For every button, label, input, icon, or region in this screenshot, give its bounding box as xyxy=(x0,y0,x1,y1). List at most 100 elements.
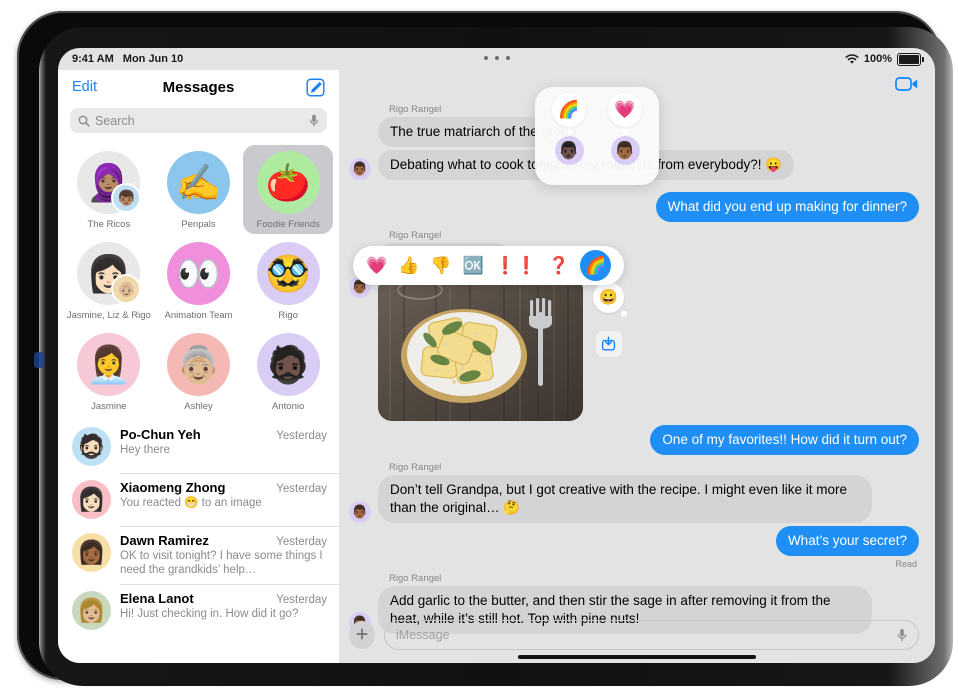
pinned-avatar: ✍️ xyxy=(166,151,230,214)
photo-message-row: 👨🏾 😀 xyxy=(349,275,919,421)
tapback-rainbow-sticker[interactable]: 🌈 xyxy=(580,250,612,281)
avatar: 👩🏼 xyxy=(72,591,111,631)
split-view: Edit Messages Search 🧕🏽 👦🏽 The Ricos ✍️ … xyxy=(58,70,935,663)
list-item[interactable]: 👩🏼 Elena Lanot Yesterday Hi! Just checking … xyxy=(58,584,339,637)
avatar: 👩🏻 xyxy=(72,480,111,519)
message-bubble[interactable]: One of my favorites!! How did it turn ou… xyxy=(650,424,924,455)
conversation-timestamp: Yesterday xyxy=(276,483,327,495)
tapback-picker[interactable]: 💗 👍 👎 🆗 ❗❗ ❓ 🌈 xyxy=(353,246,625,285)
ipad-screen: 9:41 AM Mon Jun 10 100% Edit Messages Se… xyxy=(58,48,935,663)
pinned-conversation-antonio[interactable]: 🧔🏿 Antonio xyxy=(243,327,333,416)
message-sender-name: Rigo Rangel xyxy=(389,572,442,584)
pinned-conversation-label: Jasmine xyxy=(91,401,127,412)
pinned-conversations-grid: 🧕🏽 👦🏽 The Ricos ✍️ Penpals 🍅 Foodie Friends 👩🏻 👴… xyxy=(58,141,339,418)
add-attachment-button[interactable] xyxy=(349,621,375,649)
list-item[interactable]: 👩🏻 Xiaomeng Zhong Yesterday You reacted 😁 t… xyxy=(58,473,339,526)
pinned-conversation-rigo[interactable]: 🥸 Rigo xyxy=(243,236,333,325)
pinned-conversation-jasmine-liz-rigo[interactable]: 👩🏻 👴🏼 Jasmine, Liz & Rigo xyxy=(64,236,154,325)
reaction-author-avatar: 👨🏿 xyxy=(554,136,584,165)
volume-button[interactable] xyxy=(34,352,44,368)
tapback-haha[interactable]: 🆗 xyxy=(463,257,484,274)
pinned-avatar: 👩‍💼 xyxy=(77,333,141,396)
avatar: 👨🏾 xyxy=(349,157,371,180)
pinned-avatar-glyph: ✍️ xyxy=(176,161,221,203)
reaction-detail-popup: 🌈 👨🏿 💗 👨🏾 xyxy=(535,87,659,185)
avatar: 👨🏾 xyxy=(349,500,371,523)
tapback-question[interactable]: ❓ xyxy=(548,257,569,274)
tapback-thumbs-down[interactable]: 👎 xyxy=(430,257,451,274)
conversation-timestamp: Yesterday xyxy=(276,430,327,442)
pinned-avatar-glyph: 👵🏼 xyxy=(176,343,221,385)
message-row: What’s your secret? xyxy=(349,525,925,556)
tapback-heart[interactable]: 💗 xyxy=(366,257,387,274)
imessage-input[interactable]: iMessage xyxy=(384,620,919,650)
status-date: Mon Jun 10 xyxy=(122,53,184,65)
reaction-glyph: 💗 xyxy=(608,93,642,134)
photo-side-actions: 😀 xyxy=(593,276,627,357)
status-bar-right: 100% xyxy=(845,52,924,66)
message-bubble[interactable]: What’s your secret? xyxy=(775,525,925,556)
reaction-author-avatar: 👨🏾 xyxy=(610,136,640,165)
message-bubble[interactable]: What did you end up making for dinner? xyxy=(655,191,925,222)
tapback-thumbs-up[interactable]: 👍 xyxy=(398,257,419,274)
search-placeholder: Search xyxy=(95,113,135,128)
photo-tapback-bubble[interactable]: 😀 xyxy=(593,281,627,317)
pinned-avatar: 🧕🏽 👦🏽 xyxy=(77,151,142,214)
compose-icon[interactable] xyxy=(306,77,325,97)
pinned-conversation-label: Animation Team xyxy=(164,310,233,321)
sidebar-header: Edit Messages xyxy=(58,70,339,104)
page-title: Messages xyxy=(162,78,235,96)
edit-button[interactable]: Edit xyxy=(72,79,97,95)
pinned-conversation-label: The Ricos xyxy=(87,219,131,230)
pinned-avatar-glyph: 🥸 xyxy=(265,252,311,294)
read-receipt: Read xyxy=(895,558,917,569)
search-icon xyxy=(78,115,90,127)
battery-icon xyxy=(897,52,924,66)
ravioli-photo[interactable] xyxy=(378,275,583,421)
conversation-name: Dawn Ramirez xyxy=(120,533,209,548)
conversation-thread: Rigo Rangel The true matriarch of the gro… xyxy=(339,70,935,663)
message-row: 👨🏾 Don’t tell Grandpa, but I got creative… xyxy=(349,474,919,523)
pinned-conversation-label: Rigo xyxy=(278,310,298,321)
search-input[interactable]: Search xyxy=(70,108,327,133)
message-bubble[interactable]: Don’t tell Grandpa, but I got creative w… xyxy=(373,474,872,523)
pinned-conversation-the-ricos[interactable]: 🧕🏽 👦🏽 The Ricos xyxy=(64,145,154,234)
save-to-photos-icon[interactable] xyxy=(595,330,622,357)
pinned-conversation-foodie-friends[interactable]: 🍅 Foodie Friends xyxy=(243,145,333,234)
list-item[interactable]: 👩🏾 Dawn Ramirez Yesterday OK to visit tonig… xyxy=(58,526,339,584)
pinned-avatar-glyph: 🧔🏿 xyxy=(265,343,311,385)
conversation-preview: OK to visit tonight? I have some things … xyxy=(120,550,323,577)
pinned-conversation-ashley[interactable]: 👵🏼 Ashley xyxy=(154,327,244,416)
pinned-avatar: 🍅 xyxy=(256,151,320,214)
pinned-avatar: 👀 xyxy=(166,242,230,305)
pinned-conversation-animation-team[interactable]: 👀 Animation Team xyxy=(154,236,244,325)
imessage-placeholder: iMessage xyxy=(396,628,450,642)
ipad-frame: 9:41 AM Mon Jun 10 100% Edit Messages Se… xyxy=(17,11,953,686)
conversation-preview: Hey there xyxy=(120,444,170,456)
pinned-conversation-label: Penpals xyxy=(181,219,216,230)
pinned-avatar: 👩🏻 👴🏼 xyxy=(77,242,142,305)
message-sender-name: Rigo Rangel xyxy=(389,229,442,241)
messages-sidebar: Edit Messages Search 🧕🏽 👦🏽 The Ricos ✍️ … xyxy=(58,70,339,663)
microphone-icon[interactable] xyxy=(897,628,907,642)
avatar: 🧔🏻 xyxy=(72,427,111,466)
reaction-glyph: 🌈 xyxy=(552,93,586,134)
microphone-icon[interactable] xyxy=(309,114,319,127)
tapback-exclamation[interactable]: ❗❗ xyxy=(495,257,537,274)
list-item[interactable]: 🧔🏻 Po-Chun Yeh Yesterday Hey there xyxy=(58,420,339,473)
status-bar-left: 9:41 AM Mon Jun 10 xyxy=(72,53,183,65)
pinned-avatar: 👵🏼 xyxy=(166,333,230,396)
reaction-item: 💗 👨🏾 xyxy=(608,93,642,185)
avatar: 👩🏾 xyxy=(72,533,111,572)
home-indicator[interactable] xyxy=(518,655,756,659)
pinned-avatar-glyph: 🍅 xyxy=(265,161,311,203)
pinned-avatar-glyph: 👀 xyxy=(176,252,221,294)
pinned-avatar: 🥸 xyxy=(256,242,320,305)
message-input-bar: iMessage xyxy=(339,619,935,651)
video-camera-icon[interactable] xyxy=(895,76,919,92)
pinned-conversation-jasmine[interactable]: 👩‍💼 Jasmine xyxy=(64,327,154,416)
pinned-avatar-secondary: 👦🏽 xyxy=(111,183,142,213)
pinned-conversation-penpals[interactable]: ✍️ Penpals xyxy=(154,145,244,234)
status-time: 9:41 AM xyxy=(72,53,114,65)
pinned-conversation-label: Foodie Friends xyxy=(256,219,320,230)
